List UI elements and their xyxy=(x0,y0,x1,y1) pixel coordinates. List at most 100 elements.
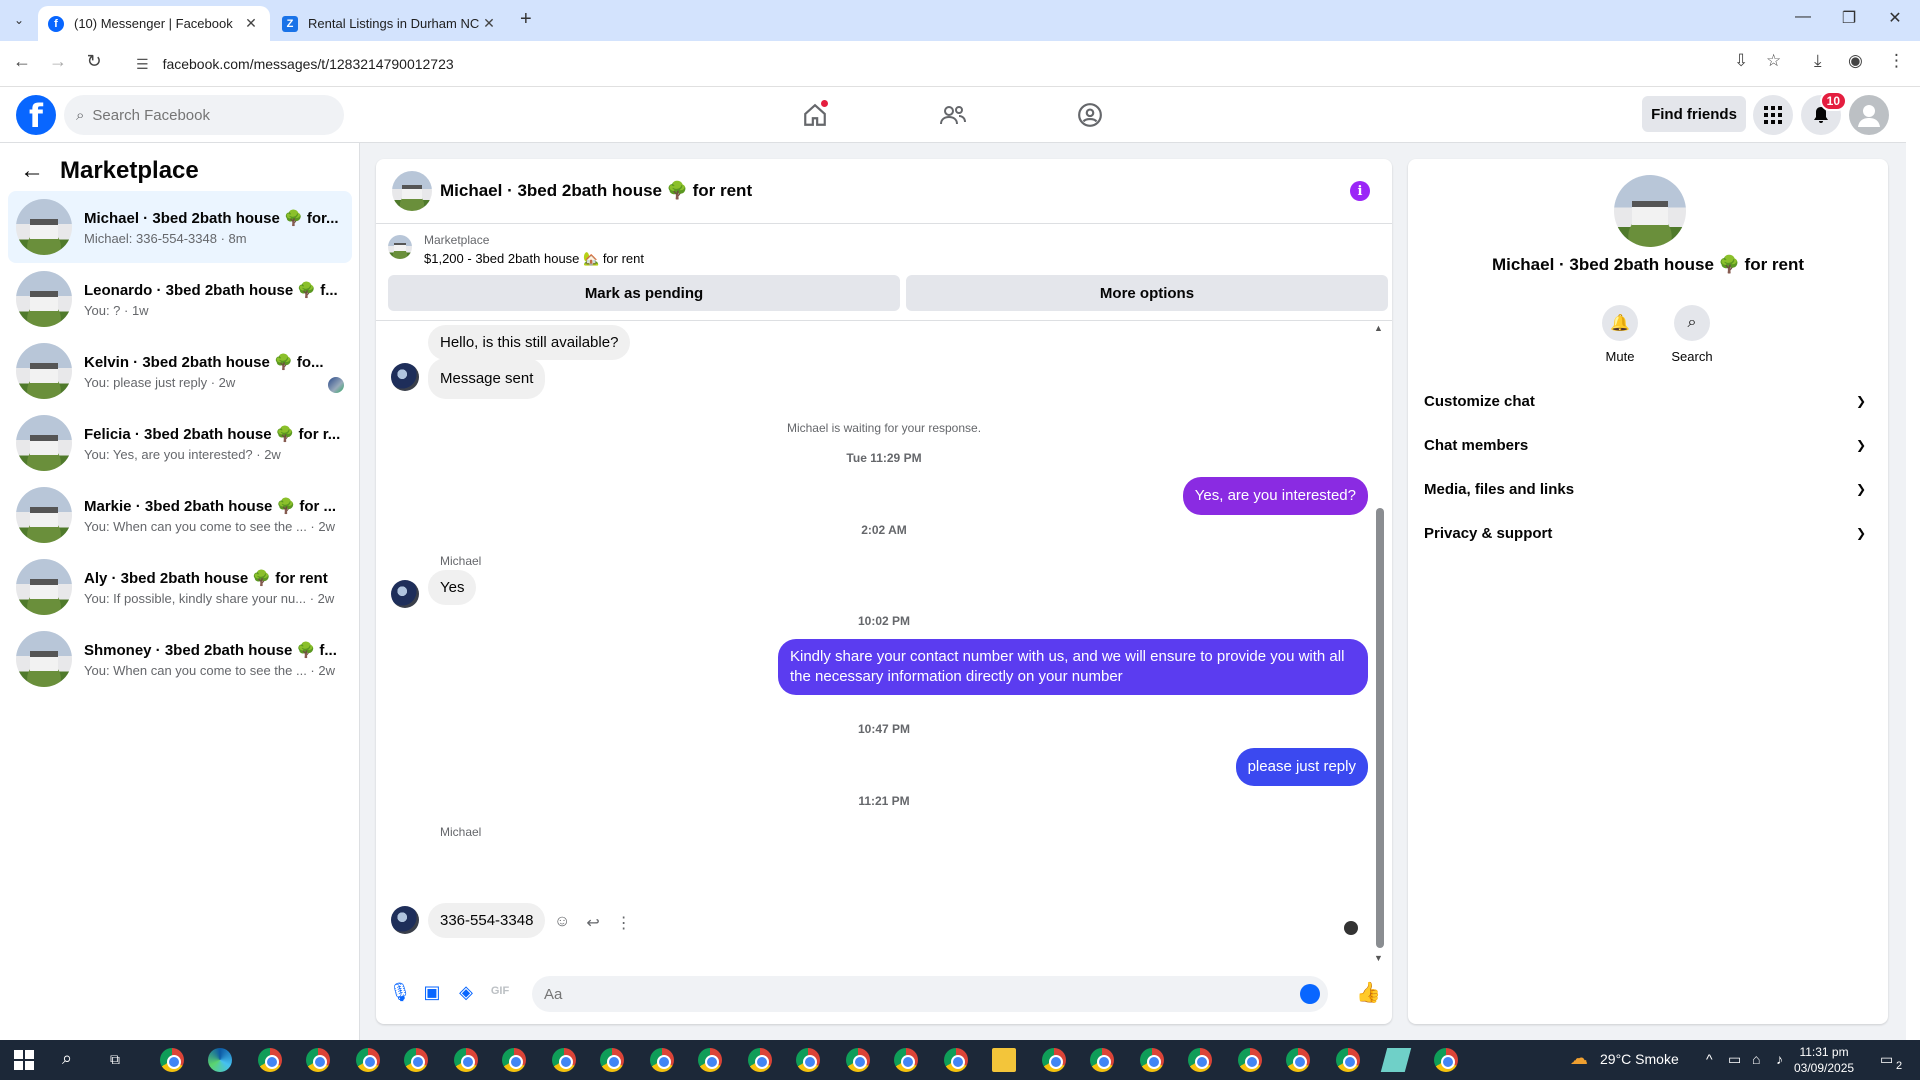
close-window-icon[interactable]: ✕ xyxy=(1872,8,1918,28)
outgoing-message[interactable]: Kindly share your contact number with us… xyxy=(778,639,1368,695)
friends-icon[interactable] xyxy=(937,99,969,131)
chrome-taskbar-icon[interactable] xyxy=(502,1048,526,1072)
facebook-search[interactable]: ⌕ xyxy=(64,95,344,135)
taskbar-search-icon[interactable]: ⌕ xyxy=(62,1048,72,1069)
conversation-item[interactable]: Shmoney · 3bed 2bath house 🌳 f... You: Wh… xyxy=(8,623,352,695)
chrome-taskbar-icon[interactable] xyxy=(552,1048,576,1072)
media-files-links-section[interactable]: Media, files and links ❯ xyxy=(1424,469,1872,509)
mute-button[interactable]: 🔔 Mute xyxy=(1590,305,1650,364)
close-tab-icon[interactable]: ✕ xyxy=(480,15,498,32)
thumbs-up-icon[interactable]: 👍 xyxy=(1356,980,1381,1005)
chrome-taskbar-icon[interactable] xyxy=(1434,1048,1458,1072)
chrome-taskbar-icon[interactable] xyxy=(698,1048,722,1072)
edge-taskbar-icon[interactable] xyxy=(208,1048,232,1072)
tab-search-dropdown[interactable]: ⌄ xyxy=(8,9,30,31)
search-input[interactable] xyxy=(92,106,313,124)
weather-text[interactable]: 29°C Smoke xyxy=(1600,1051,1679,1067)
emoji-icon[interactable] xyxy=(1300,984,1320,1004)
sender-avatar[interactable] xyxy=(391,363,419,391)
chrome-taskbar-icon[interactable] xyxy=(1286,1048,1310,1072)
reply-icon[interactable]: ↩ xyxy=(586,913,599,933)
profile-icon[interactable]: ◉ xyxy=(1848,51,1863,71)
back-icon[interactable]: ← xyxy=(10,51,34,72)
conversation-item[interactable]: Markie · 3bed 2bath house 🌳 for ... You: … xyxy=(8,479,352,551)
menu-grid-icon[interactable] xyxy=(1753,95,1793,135)
task-view-icon[interactable]: ⧉ xyxy=(110,1051,120,1068)
mark-pending-button[interactable]: Mark as pending xyxy=(388,275,900,311)
back-arrow-icon[interactable]: ← xyxy=(20,157,44,185)
chrome-taskbar-icon[interactable] xyxy=(1188,1048,1212,1072)
facebook-logo-icon[interactable]: f xyxy=(16,95,56,135)
info-icon[interactable]: i xyxy=(1350,181,1370,201)
tab-messenger[interactable]: f (10) Messenger | Facebook ✕ xyxy=(38,6,270,41)
downloads-icon[interactable]: ⤓ xyxy=(1814,51,1822,71)
tab-rental-listings[interactable]: Z Rental Listings in Durham NC - ✕ xyxy=(272,6,508,41)
install-app-icon[interactable]: ⇩ xyxy=(1734,51,1748,71)
incoming-message[interactable]: Yes xyxy=(428,570,477,605)
incoming-message[interactable]: Hello, is this still available? xyxy=(428,325,631,360)
volume-icon[interactable]: ♪ xyxy=(1776,1051,1783,1067)
groups-icon[interactable] xyxy=(1074,99,1106,131)
incoming-message[interactable]: Message sent xyxy=(428,358,546,399)
listing-thumbnail[interactable] xyxy=(388,235,412,259)
notifications-button[interactable]: 10 xyxy=(1801,91,1847,135)
tray-chevron-icon[interactable]: ^ xyxy=(1706,1051,1713,1067)
chrome-taskbar-icon[interactable] xyxy=(160,1048,184,1072)
chat-profile-picture[interactable] xyxy=(1614,175,1686,247)
chat-title[interactable]: Michael · 3bed 2bath house 🌳 for rent xyxy=(440,181,752,201)
chrome-taskbar-icon[interactable] xyxy=(748,1048,772,1072)
chrome-taskbar-icon[interactable] xyxy=(894,1048,918,1072)
scroll-up-icon[interactable]: ▲ xyxy=(1374,323,1383,333)
find-friends-button[interactable]: Find friends xyxy=(1642,96,1746,132)
conversation-item[interactable]: Michael · 3bed 2bath house 🌳 for... Micha… xyxy=(8,191,352,263)
microphone-icon[interactable]: 🎙 xyxy=(388,982,412,1003)
chrome-taskbar-icon[interactable] xyxy=(1090,1048,1114,1072)
chrome-taskbar-icon[interactable] xyxy=(600,1048,624,1072)
forward-icon[interactable]: → xyxy=(46,51,70,72)
reload-icon[interactable]: ↻ xyxy=(82,51,106,72)
chrome-taskbar-icon[interactable] xyxy=(404,1048,428,1072)
more-options-button[interactable]: More options xyxy=(906,275,1388,311)
minimize-icon[interactable]: — xyxy=(1780,8,1826,26)
chat-thumbnail[interactable] xyxy=(392,171,432,211)
chrome-taskbar-icon[interactable] xyxy=(650,1048,674,1072)
conversation-item[interactable]: Kelvin · 3bed 2bath house 🌳 fo... You: pl… xyxy=(8,335,352,407)
page-scrollbar[interactable] xyxy=(1906,87,1920,1040)
restore-icon[interactable]: ❐ xyxy=(1826,8,1872,28)
privacy-support-section[interactable]: Privacy & support ❯ xyxy=(1424,513,1872,553)
chrome-taskbar-icon[interactable] xyxy=(306,1048,330,1072)
conversation-item[interactable]: Leonardo · 3bed 2bath house 🌳 f... You: ?… xyxy=(8,263,352,335)
chat-scrollbar[interactable]: ▲ ▼ xyxy=(1374,323,1384,963)
site-info-icon[interactable]: ☰ xyxy=(136,56,149,73)
listing-price[interactable]: $1,200 - 3bed 2bath house 🏡 for rent xyxy=(424,251,644,267)
chrome-taskbar-icon[interactable] xyxy=(1238,1048,1262,1072)
outgoing-message[interactable]: please just reply xyxy=(1235,748,1368,786)
chrome-taskbar-icon[interactable] xyxy=(1336,1048,1360,1072)
scroll-thumb[interactable] xyxy=(1376,508,1384,948)
outgoing-message[interactable]: Yes, are you interested? xyxy=(1182,477,1368,515)
photo-icon[interactable]: ▣ xyxy=(420,982,444,1003)
clock[interactable]: 11:31 pm 03/09/2025 xyxy=(1794,1044,1854,1076)
windows-start-icon[interactable] xyxy=(12,1048,36,1072)
home-icon[interactable] xyxy=(799,99,831,131)
gif-icon[interactable]: GIF xyxy=(488,985,512,997)
chrome-taskbar-icon[interactable] xyxy=(944,1048,968,1072)
chrome-taskbar-icon[interactable] xyxy=(1140,1048,1164,1072)
notepad-icon[interactable] xyxy=(1380,1048,1412,1072)
network-icon[interactable]: ⌂ xyxy=(1752,1051,1760,1067)
search-conversation-button[interactable]: ⌕ Search xyxy=(1662,305,1722,364)
address-bar[interactable]: ☰ facebook.com/messages/t/12832147900127… xyxy=(124,47,1784,81)
weather-icon[interactable]: ☁ xyxy=(1570,1048,1588,1069)
scroll-down-icon[interactable]: ▼ xyxy=(1374,953,1383,963)
new-tab-icon[interactable]: + xyxy=(520,8,532,31)
customize-chat-section[interactable]: Customize chat ❯ xyxy=(1424,381,1872,421)
notification-center-icon[interactable]: ▭ xyxy=(1880,1051,1893,1068)
chrome-taskbar-icon[interactable] xyxy=(846,1048,870,1072)
conversation-item[interactable]: Aly · 3bed 2bath house 🌳 for rent You: If… xyxy=(8,551,352,623)
sender-avatar[interactable] xyxy=(391,906,419,934)
message-input[interactable] xyxy=(544,985,1284,1003)
chrome-taskbar-icon[interactable] xyxy=(258,1048,282,1072)
sender-avatar[interactable] xyxy=(391,580,419,608)
bookmark-star-icon[interactable]: ☆ xyxy=(1766,51,1781,71)
sticker-icon[interactable]: ◈ xyxy=(454,982,478,1003)
